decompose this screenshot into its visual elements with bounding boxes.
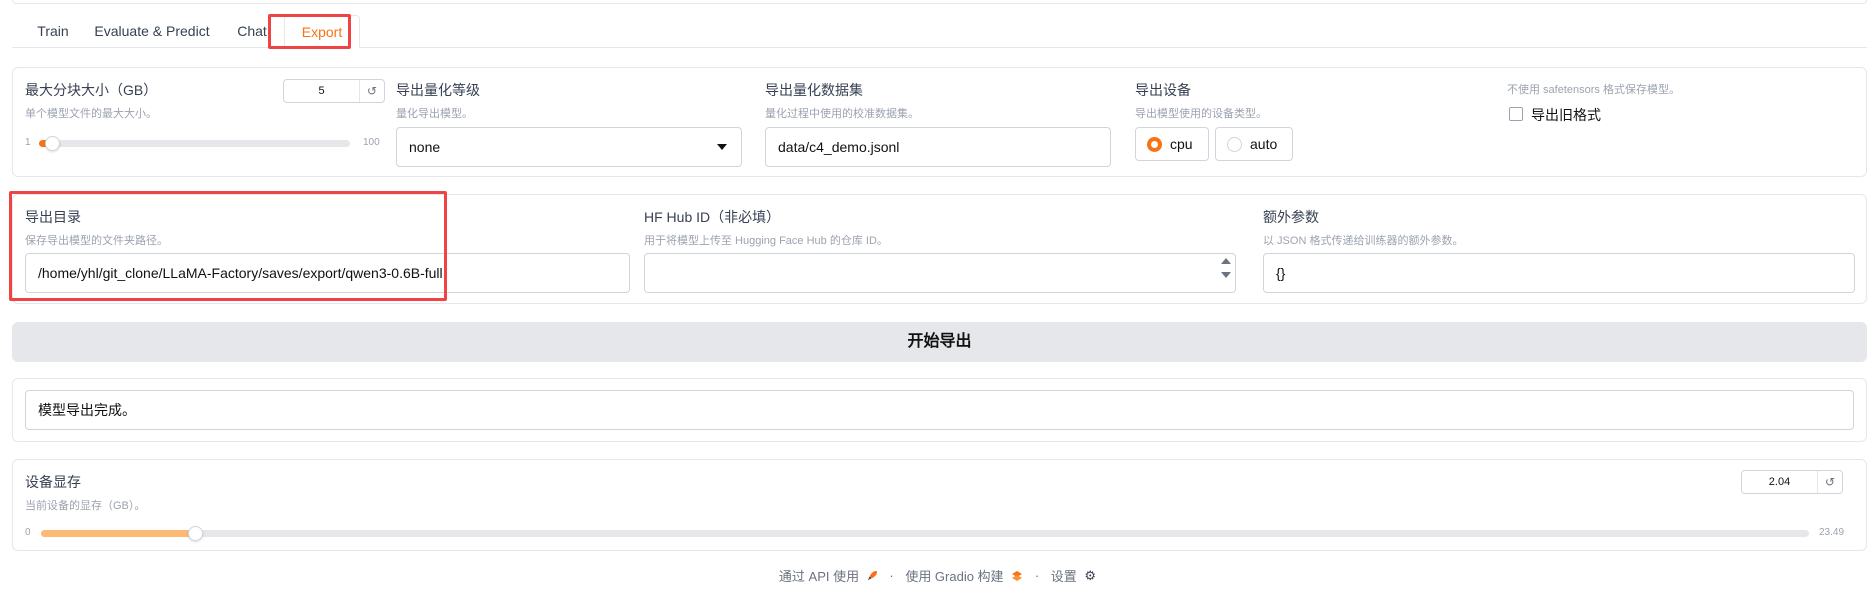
top-edge xyxy=(12,0,1867,4)
device-memory-min-label: 0 xyxy=(25,527,31,538)
quant-bit-label: 导出量化等级 xyxy=(396,82,480,98)
footer-separator: · xyxy=(1034,568,1040,583)
start-export-button[interactable]: 开始导出 xyxy=(12,322,1867,362)
quant-dataset-info: 量化过程中使用的校准数据集。 xyxy=(765,108,919,120)
quant-dataset-input[interactable]: data/c4_demo.jsonl xyxy=(765,127,1111,167)
reset-icon[interactable]: ↺ xyxy=(1817,471,1842,493)
output-panel: 模型导出完成。 xyxy=(12,378,1867,442)
legacy-format-checkbox[interactable] xyxy=(1509,107,1523,121)
device-option-auto-label: auto xyxy=(1250,136,1278,152)
max-shard-max-label: 100 xyxy=(363,137,380,148)
export-dir-input[interactable]: /home/yhl/git_clone/LLaMA-Factory/saves/… xyxy=(25,253,630,293)
footer-api-link[interactable]: 通过 API 使用 xyxy=(779,569,859,584)
footer: 通过 API 使用 · 使用 Gradio 构建 · 设置 ⚙ xyxy=(0,566,1875,585)
quant-dataset-label: 导出量化数据集 xyxy=(765,82,863,98)
legacy-format-block: 不使用 safetensors 格式保存模型。 导出旧格式 xyxy=(1507,68,1857,123)
device-option-auto[interactable]: auto xyxy=(1215,127,1293,161)
quant-bit-dropdown[interactable]: none xyxy=(396,127,742,167)
rocket-icon xyxy=(867,570,877,581)
hub-id-label: HF Hub ID（非必填） xyxy=(644,209,781,225)
device-memory-block: 设备显存 当前设备的显存（GB）。 xyxy=(25,460,1854,513)
hub-id-input[interactable] xyxy=(644,253,1236,293)
export-device-label: 导出设备 xyxy=(1135,82,1191,98)
legacy-format-label[interactable]: 导出旧格式 xyxy=(1531,105,1601,125)
tab-train[interactable]: Train xyxy=(26,15,80,48)
gradio-logo-icon xyxy=(1012,570,1023,581)
device-memory-label: 设备显存 xyxy=(25,474,81,490)
device-memory-slider[interactable] xyxy=(41,526,1809,541)
quant-bit-block: 导出量化等级 量化导出模型。 none xyxy=(396,68,754,167)
footer-separator: · xyxy=(889,568,894,583)
device-option-cpu[interactable]: cpu xyxy=(1135,127,1209,161)
export-settings-panel: 最大分块大小（GB） 单个模型文件的最大大小。 5 ↺ 1 100 导出量化等级… xyxy=(12,67,1867,177)
quant-dataset-block: 导出量化数据集 量化过程中使用的校准数据集。 data/c4_demo.json… xyxy=(765,68,1123,167)
export-dir-block: 导出目录 保存导出模型的文件夹路径。 /home/yhl/git_clone/L… xyxy=(25,195,633,293)
device-memory-panel: 设备显存 当前设备的显存（GB）。 2.04 ↺ 0 23.49 xyxy=(12,459,1867,551)
radio-selected-icon xyxy=(1147,137,1162,152)
footer-gradio-link[interactable]: 使用 Gradio 构建 xyxy=(905,569,1003,584)
export-dir-label: 导出目录 xyxy=(25,209,81,225)
export-path-panel: 导出目录 保存导出模型的文件夹路径。 /home/yhl/git_clone/L… xyxy=(12,194,1867,304)
device-memory-value: 2.04 xyxy=(1768,476,1791,488)
max-shard-size-slider[interactable] xyxy=(39,136,350,151)
device-memory-input[interactable]: 2.04 ↺ xyxy=(1741,470,1843,494)
extra-args-label: 额外参数 xyxy=(1263,209,1319,225)
hub-id-info: 用于将模型上传至 Hugging Face Hub 的仓库 ID。 xyxy=(644,235,888,247)
max-shard-min-label: 1 xyxy=(25,137,31,148)
tab-evaluate-predict[interactable]: Evaluate & Predict xyxy=(88,15,216,48)
device-memory-slider-fill xyxy=(41,530,195,537)
device-memory-max-label: 23.49 xyxy=(1819,527,1845,538)
export-dir-info: 保存导出模型的文件夹路径。 xyxy=(25,235,168,247)
max-shard-size-value: 5 xyxy=(318,85,325,97)
footer-settings-link[interactable]: 设置 xyxy=(1051,569,1077,584)
export-device-block: 导出设备 导出模型使用的设备类型。 cpu auto xyxy=(1135,68,1493,161)
tab-bar: Train Evaluate & Predict Chat Export xyxy=(12,12,1867,48)
tab-chat[interactable]: Chat xyxy=(224,15,280,48)
legacy-format-info: 不使用 safetensors 格式保存模型。 xyxy=(1507,84,1680,96)
radio-unselected-icon xyxy=(1227,137,1242,152)
max-shard-size-info: 单个模型文件的最大大小。 xyxy=(25,108,157,120)
device-memory-info: 当前设备的显存（GB）。 xyxy=(25,500,146,512)
quant-bit-info: 量化导出模型。 xyxy=(396,108,473,120)
max-shard-size-input[interactable]: 5 ↺ xyxy=(283,79,385,103)
tab-export[interactable]: Export xyxy=(284,15,360,48)
device-memory-slider-thumb[interactable] xyxy=(188,526,203,541)
reset-icon[interactable]: ↺ xyxy=(359,80,384,102)
resize-handle-icon[interactable] xyxy=(1221,258,1231,278)
hub-id-block: HF Hub ID（非必填） 用于将模型上传至 Hugging Face Hub… xyxy=(644,195,1254,293)
chevron-down-icon xyxy=(717,144,727,150)
max-shard-slider-thumb[interactable] xyxy=(45,136,60,151)
output-textbox[interactable]: 模型导出完成。 xyxy=(25,390,1854,430)
extra-args-block: 额外参数 以 JSON 格式传递给训练器的额外参数。 {} xyxy=(1263,195,1863,293)
extra-args-info: 以 JSON 格式传递给训练器的额外参数。 xyxy=(1263,235,1464,247)
quant-bit-value: none xyxy=(409,139,441,155)
export-device-info: 导出模型使用的设备类型。 xyxy=(1135,108,1267,120)
max-shard-size-block: 最大分块大小（GB） 单个模型文件的最大大小。 5 ↺ 1 100 xyxy=(25,68,385,151)
extra-args-input[interactable]: {} xyxy=(1263,253,1855,293)
device-option-cpu-label: cpu xyxy=(1170,136,1193,152)
gear-icon[interactable]: ⚙ xyxy=(1084,568,1096,584)
